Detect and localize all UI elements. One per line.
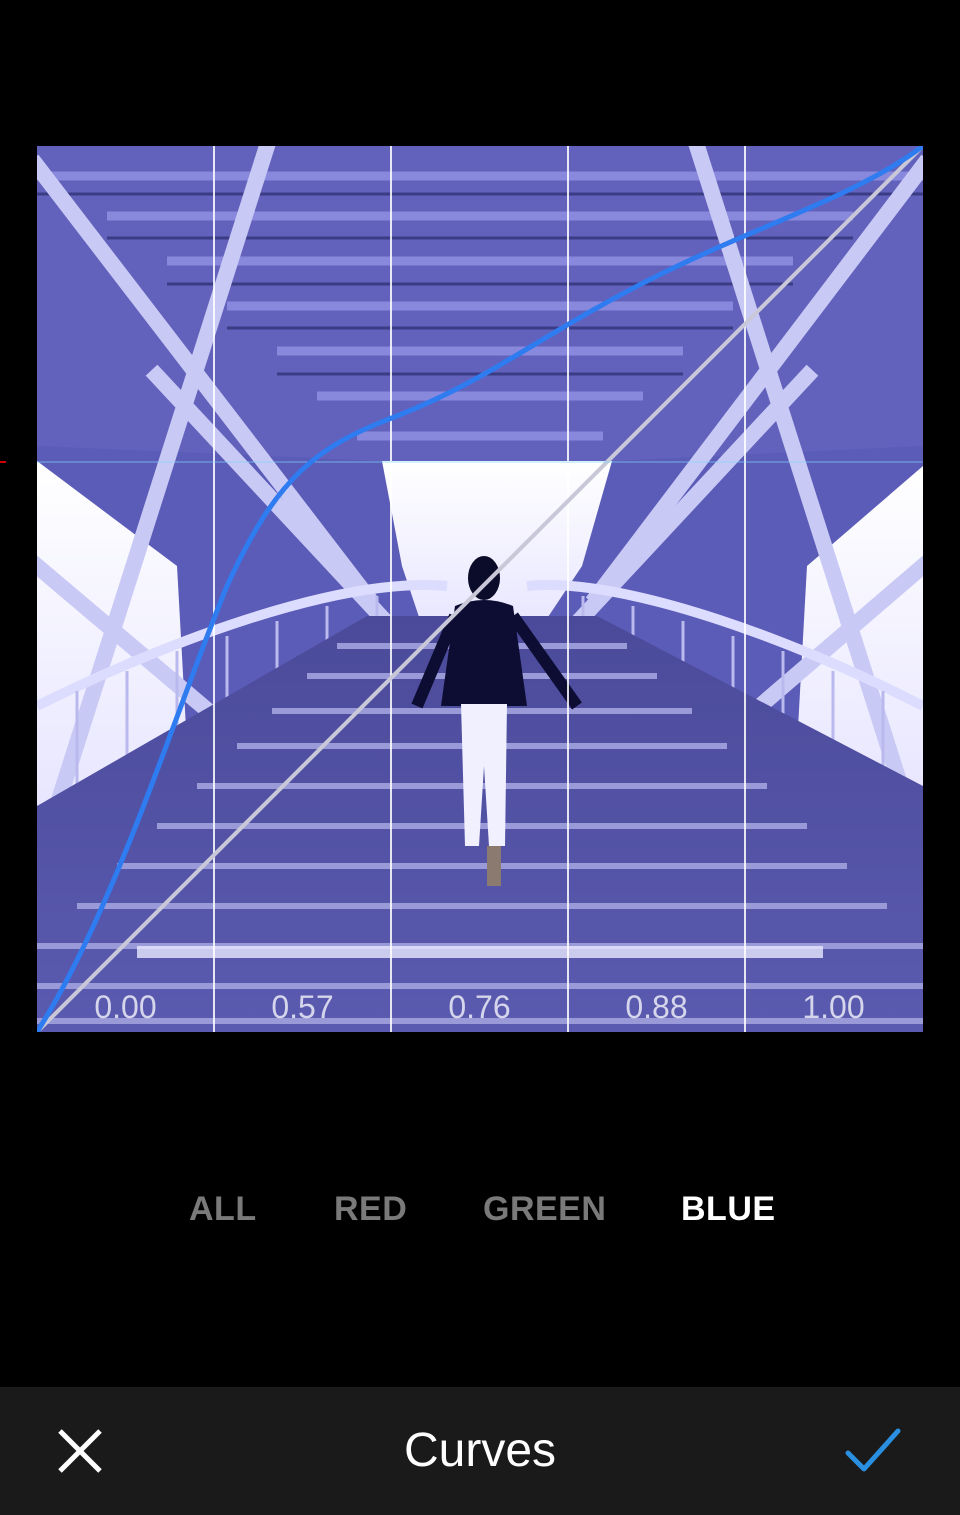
channel-selector: ALL RED GREEN BLUE [0, 1190, 960, 1250]
checkmark-icon [845, 1428, 901, 1472]
identity-diagonal [37, 146, 923, 1032]
edge-marker [0, 461, 6, 463]
photo-preview[interactable]: 0.00 0.57 0.76 0.88 1.00 [37, 146, 923, 1032]
tab-red[interactable]: RED [334, 1190, 407, 1229]
curve-overlay[interactable] [37, 146, 923, 1032]
tab-green[interactable]: GREEN [483, 1190, 606, 1229]
bottom-toolbar: Curves [0, 1387, 960, 1515]
apply-button[interactable] [842, 1421, 902, 1481]
tool-title: Curves [403, 1424, 557, 1477]
tab-blue[interactable]: BLUE [681, 1190, 776, 1229]
tab-all[interactable]: ALL [189, 1190, 257, 1229]
